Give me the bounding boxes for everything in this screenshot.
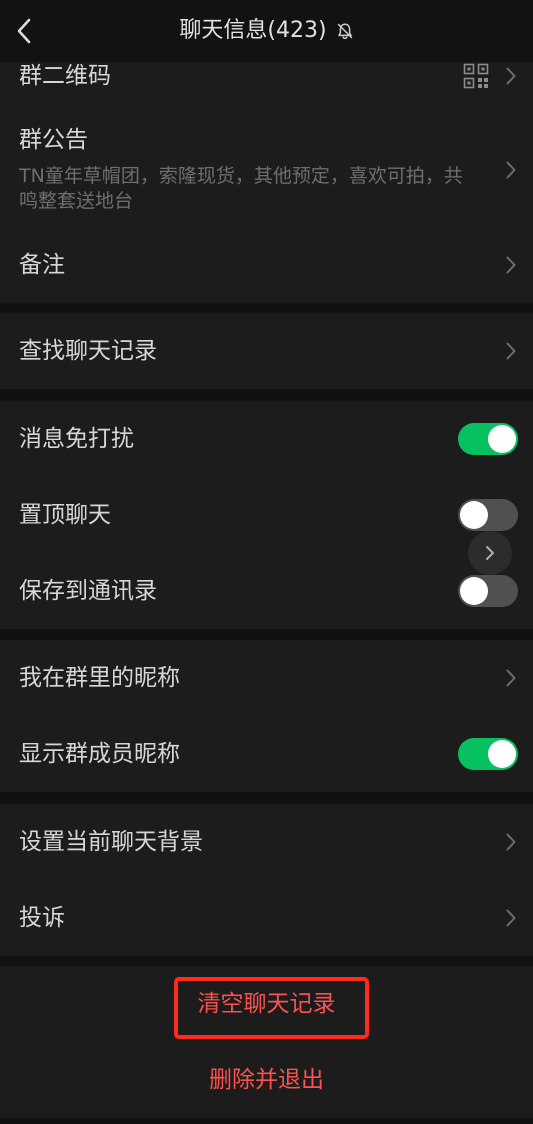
chevron-right-icon bbox=[486, 546, 494, 560]
delete-and-exit-button[interactable]: 删除并退出 bbox=[0, 1042, 533, 1118]
row-chat-background[interactable]: 设置当前聊天背景 bbox=[0, 804, 533, 880]
chevron-right-icon bbox=[506, 909, 516, 927]
pin-toggle[interactable] bbox=[458, 499, 518, 531]
toggle-knob bbox=[460, 577, 488, 605]
row-remark[interactable]: 备注 bbox=[0, 227, 533, 303]
row-label: 消息免打扰 bbox=[19, 426, 134, 452]
row-label: 保存到通讯录 bbox=[19, 578, 157, 604]
announcement-line: 鸣整套送地台 bbox=[19, 190, 134, 212]
mute-toggle[interactable] bbox=[458, 423, 518, 455]
section-divider bbox=[0, 792, 533, 804]
row-label: 群公告 bbox=[19, 127, 88, 153]
chevron-left-icon bbox=[17, 18, 31, 44]
row-complain[interactable]: 投诉 bbox=[0, 880, 533, 956]
chevron-right-icon bbox=[506, 342, 516, 360]
toggle-knob bbox=[488, 740, 516, 768]
toggle-knob bbox=[488, 425, 516, 453]
clear-history-button[interactable]: 清空聊天记录 bbox=[0, 966, 533, 1042]
toggle-knob bbox=[460, 501, 488, 529]
row-label: 群二维码 bbox=[19, 63, 111, 89]
row-label: 投诉 bbox=[19, 905, 65, 931]
announcement-preview: TN童年草帽团，索隆现货，其他预定，喜欢可拍，共 鸣整套送地台 bbox=[19, 164, 463, 214]
title-group: 聊天信息(423) bbox=[179, 17, 353, 45]
chevron-right-icon bbox=[506, 161, 516, 179]
qr-code-icon bbox=[463, 63, 489, 89]
floating-chevron-button[interactable] bbox=[468, 531, 512, 575]
save-to-contacts-toggle[interactable] bbox=[458, 575, 518, 607]
row-mute-notifications: 消息免打扰 bbox=[0, 401, 533, 477]
nav-header: 聊天信息(423) bbox=[0, 0, 533, 62]
row-accessories bbox=[463, 62, 518, 90]
row-label: 我在群里的昵称 bbox=[19, 665, 180, 691]
delete-and-exit-label: 删除并退出 bbox=[209, 1067, 324, 1093]
row-group-announcement[interactable]: 群公告 TN童年草帽团，索隆现货，其他预定，喜欢可拍，共 鸣整套送地台 bbox=[0, 112, 533, 227]
row-label: 显示群成员昵称 bbox=[19, 741, 180, 767]
row-label: 查找聊天记录 bbox=[19, 338, 157, 364]
page-title: 聊天信息(423) bbox=[179, 18, 327, 43]
row-my-group-nickname[interactable]: 我在群里的昵称 bbox=[0, 640, 533, 716]
back-button[interactable] bbox=[12, 17, 36, 45]
announcement-content: 群公告 TN童年草帽团，索隆现货，其他预定，喜欢可拍，共 鸣整套送地台 bbox=[19, 125, 463, 214]
section-divider bbox=[0, 389, 533, 401]
row-save-to-contacts: 保存到通讯录 bbox=[0, 553, 533, 629]
section-divider bbox=[0, 303, 533, 313]
chevron-right-icon bbox=[506, 256, 516, 274]
row-pin-chat: 置顶聊天 bbox=[0, 477, 533, 553]
bell-off-icon bbox=[336, 22, 354, 40]
row-label: 备注 bbox=[19, 252, 65, 278]
show-nicknames-toggle[interactable] bbox=[458, 738, 518, 770]
announcement-line: TN童年草帽团，索隆现货，其他预定，喜欢可拍，共 bbox=[19, 165, 463, 187]
row-show-member-nicknames: 显示群成员昵称 bbox=[0, 716, 533, 792]
row-group-qr-code[interactable]: 群二维码 bbox=[0, 62, 533, 112]
clear-history-label: 清空聊天记录 bbox=[197, 991, 336, 1017]
row-label: 设置当前聊天背景 bbox=[19, 829, 203, 855]
row-label: 置顶聊天 bbox=[19, 502, 111, 528]
chevron-right-icon bbox=[506, 669, 516, 687]
section-divider bbox=[0, 956, 533, 966]
chevron-right-icon bbox=[506, 67, 516, 85]
row-search-chat-history[interactable]: 查找聊天记录 bbox=[0, 313, 533, 389]
section-divider bbox=[0, 629, 533, 640]
chevron-right-icon bbox=[506, 833, 516, 851]
